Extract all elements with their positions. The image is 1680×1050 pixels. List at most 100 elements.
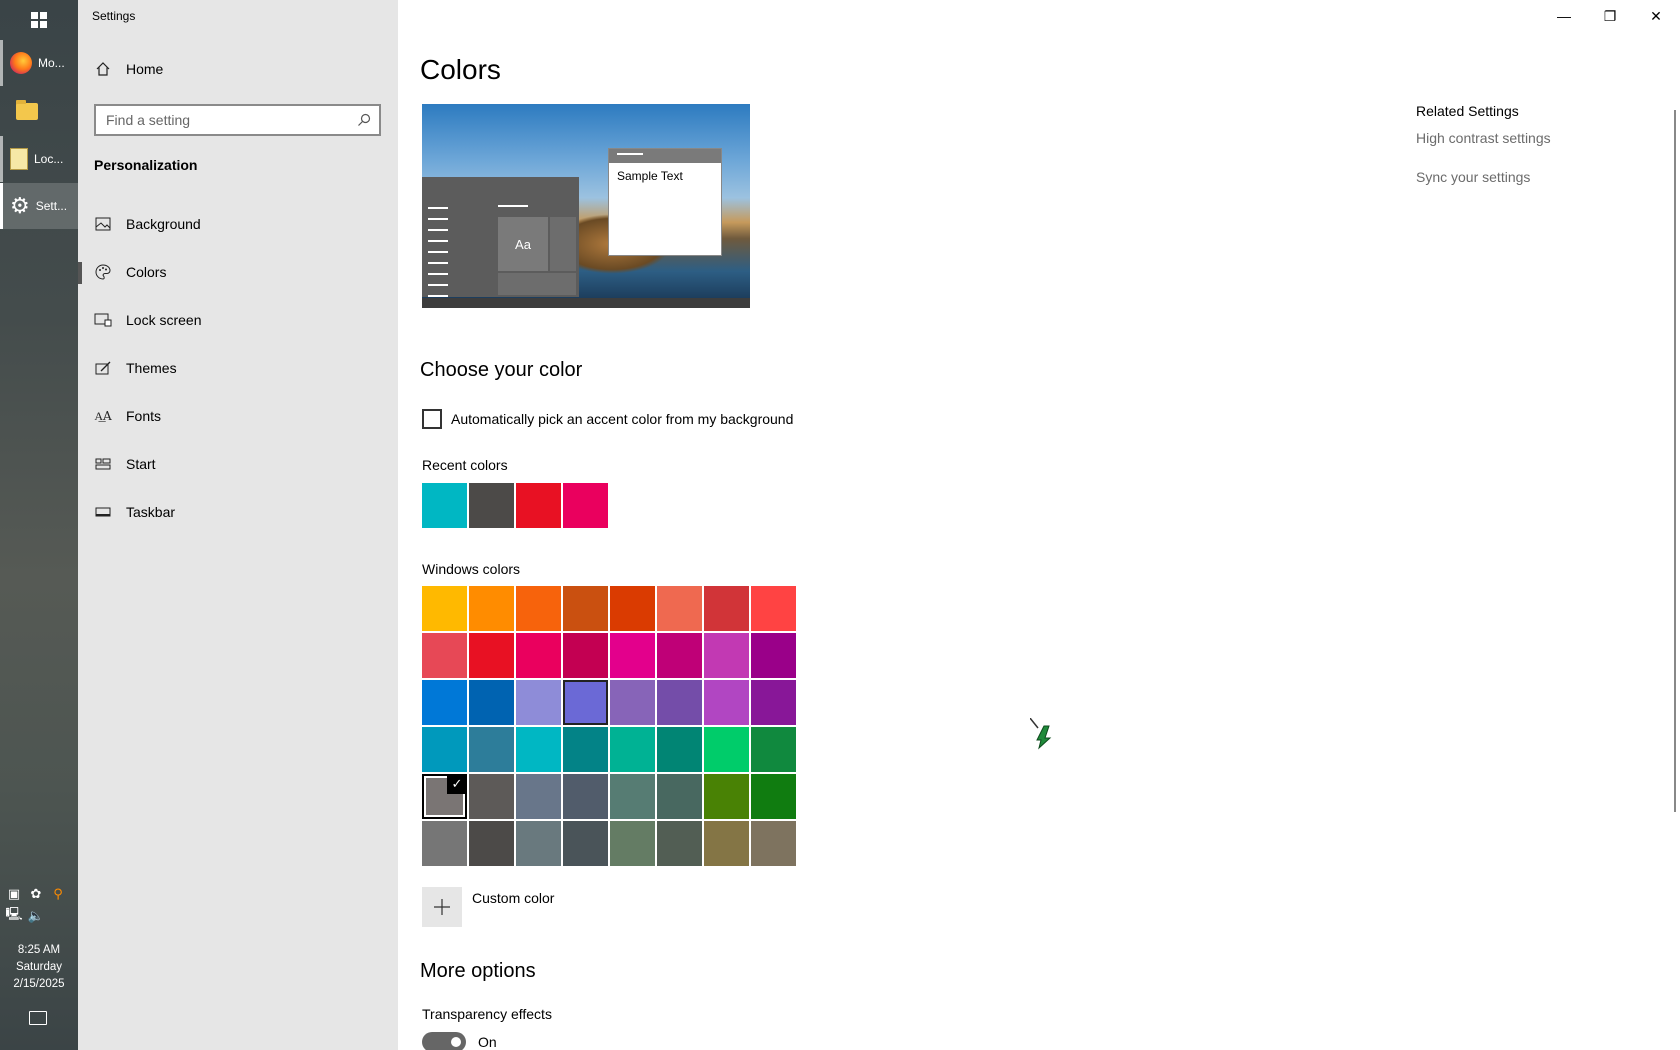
color-swatch[interactable]: [516, 774, 561, 819]
color-swatch[interactable]: [469, 633, 514, 678]
color-swatch[interactable]: [516, 727, 561, 772]
vertical-scrollbar[interactable]: [1674, 110, 1676, 812]
color-swatch[interactable]: [563, 680, 608, 725]
color-swatch[interactable]: [422, 821, 467, 866]
color-swatch[interactable]: [516, 821, 561, 866]
checkmark-icon: ✓: [447, 774, 467, 794]
search-box[interactable]: [94, 104, 381, 136]
preview-sample-text: Sample Text: [617, 169, 683, 183]
clock[interactable]: 8:25 AM Saturday 2/15/2025: [0, 942, 78, 993]
recent-colors-label: Recent colors: [422, 457, 508, 473]
nav-item-label: Fonts: [126, 408, 162, 424]
custom-color-button[interactable]: [422, 887, 462, 927]
recent-color-swatch[interactable]: [563, 483, 608, 528]
color-swatch[interactable]: [563, 727, 608, 772]
auto-accent-checkbox[interactable]: [422, 409, 442, 429]
sync-settings-link[interactable]: Sync your settings: [1416, 169, 1530, 185]
nav-item-label: Taskbar: [126, 504, 176, 520]
color-swatch[interactable]: [610, 633, 655, 678]
color-swatch[interactable]: [657, 680, 702, 725]
nav-item-label: Colors: [126, 264, 167, 280]
recent-color-swatch[interactable]: [516, 483, 561, 528]
color-swatch[interactable]: [657, 821, 702, 866]
color-swatch[interactable]: [516, 586, 561, 631]
nav-item-start[interactable]: Start: [78, 442, 398, 486]
color-swatch[interactable]: [657, 727, 702, 772]
start-button[interactable]: [0, 0, 78, 40]
preview-taskbar: [422, 298, 750, 308]
taskbar-app-notepad[interactable]: Loc...: [0, 136, 78, 182]
color-swatch[interactable]: [422, 633, 467, 678]
color-swatch[interactable]: ✓: [422, 774, 467, 819]
color-swatch[interactable]: [563, 821, 608, 866]
restore-button[interactable]: ❐: [1587, 0, 1633, 32]
nav-item-colors[interactable]: Colors: [78, 250, 398, 294]
color-swatch[interactable]: [704, 821, 749, 866]
preview-window: Sample Text: [608, 148, 722, 256]
color-swatch[interactable]: [563, 774, 608, 819]
nav-item-background[interactable]: Background: [78, 202, 398, 246]
transparency-toggle[interactable]: [422, 1032, 466, 1050]
color-swatch[interactable]: [704, 680, 749, 725]
taskbar-app-settings[interactable]: ⚙ Sett...: [0, 183, 78, 229]
search-input[interactable]: [106, 112, 346, 128]
color-swatch[interactable]: [657, 774, 702, 819]
paint-tray-icon[interactable]: ✿: [28, 886, 44, 902]
color-swatch[interactable]: [469, 586, 514, 631]
color-swatch[interactable]: [610, 774, 655, 819]
color-swatch[interactable]: [751, 727, 796, 772]
action-center-icon[interactable]: [29, 1011, 47, 1025]
nav-item-themes[interactable]: Themes: [78, 346, 398, 390]
color-swatch[interactable]: [751, 586, 796, 631]
high-contrast-link[interactable]: High contrast settings: [1416, 130, 1551, 146]
nav-home[interactable]: Home: [94, 60, 163, 78]
notepad-icon: [10, 148, 28, 170]
windows-colors-grid: ✓: [422, 586, 796, 866]
color-swatch[interactable]: [422, 586, 467, 631]
transparency-toggle-row[interactable]: On: [422, 1032, 497, 1050]
auto-accent-checkbox-row[interactable]: Automatically pick an accent color from …: [422, 409, 793, 429]
color-swatch[interactable]: [751, 680, 796, 725]
close-button[interactable]: ✕: [1633, 0, 1679, 32]
color-swatch[interactable]: [657, 633, 702, 678]
taskbar-app-firefox[interactable]: Mo...: [0, 40, 78, 86]
nav-item-lock-screen[interactable]: Lock screen: [78, 298, 398, 342]
nav-item-fonts[interactable]: A͟A Fonts: [78, 394, 398, 438]
color-swatch[interactable]: [469, 727, 514, 772]
window-title: Settings: [92, 9, 136, 23]
nav-item-label: Lock screen: [126, 312, 202, 328]
color-swatch[interactable]: [751, 821, 796, 866]
color-swatch[interactable]: [469, 774, 514, 819]
color-swatch[interactable]: [704, 586, 749, 631]
color-swatch[interactable]: [610, 821, 655, 866]
network-icon[interactable]: 🖳: [5, 906, 22, 924]
color-swatch[interactable]: [422, 727, 467, 772]
color-swatch[interactable]: [704, 633, 749, 678]
volume-icon[interactable]: 🔈: [28, 908, 44, 924]
color-swatch[interactable]: [751, 633, 796, 678]
nav-item-taskbar[interactable]: Taskbar: [78, 490, 398, 534]
color-swatch[interactable]: [657, 586, 702, 631]
color-swatch[interactable]: [563, 586, 608, 631]
color-swatch[interactable]: [751, 774, 796, 819]
color-swatch[interactable]: [610, 727, 655, 772]
color-swatch[interactable]: [563, 633, 608, 678]
color-swatch[interactable]: [704, 727, 749, 772]
minimize-button[interactable]: —: [1541, 0, 1587, 32]
color-swatch[interactable]: [422, 680, 467, 725]
color-swatch[interactable]: [516, 633, 561, 678]
taskbar-app-label: Loc...: [34, 152, 64, 166]
custom-color-label[interactable]: Custom color: [472, 890, 554, 906]
color-swatch[interactable]: [469, 680, 514, 725]
color-swatch[interactable]: [610, 680, 655, 725]
app-tray-icon[interactable]: ▣: [6, 886, 22, 902]
color-swatch[interactable]: [704, 774, 749, 819]
color-swatch[interactable]: [469, 821, 514, 866]
search-tray-icon[interactable]: ⚲: [50, 886, 66, 902]
taskbar-app-file-explorer[interactable]: [0, 88, 78, 134]
recent-color-swatch[interactable]: [422, 483, 467, 528]
color-swatch[interactable]: [610, 586, 655, 631]
plus-icon: [434, 899, 450, 915]
color-swatch[interactable]: [516, 680, 561, 725]
recent-color-swatch[interactable]: [469, 483, 514, 528]
